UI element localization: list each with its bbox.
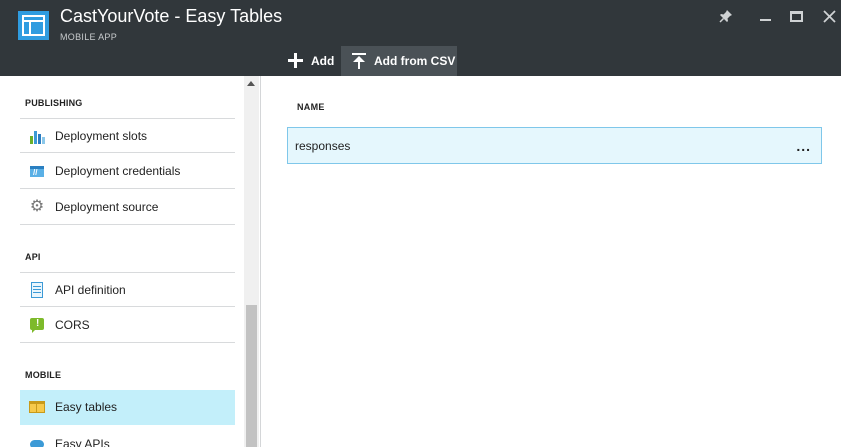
deployment-credentials-icon: //	[29, 163, 45, 179]
menu-item-label: Deployment source	[55, 200, 159, 214]
upload-icon	[351, 53, 367, 69]
resource-menu: PUBLISHING Deployment slots // Deploymen…	[0, 76, 261, 447]
menu-item-deployment-slots[interactable]: Deployment slots	[20, 118, 235, 153]
scrollbar-thumb[interactable]	[246, 305, 257, 447]
plus-icon	[288, 53, 304, 69]
menu-item-deployment-credentials[interactable]: // Deployment credentials	[20, 154, 235, 189]
cors-icon: !	[29, 317, 45, 333]
add-from-csv-button[interactable]: Add from CSV	[341, 46, 457, 76]
menu-item-cors[interactable]: ! CORS	[20, 308, 235, 343]
section-label-mobile: MOBILE	[25, 370, 62, 380]
add-button-label: Add	[311, 54, 335, 68]
column-header-name: NAME	[297, 102, 325, 112]
menu-item-label: API definition	[55, 282, 126, 297]
section-label-api: API	[25, 252, 41, 262]
menu-item-label: Deployment credentials	[55, 164, 181, 178]
api-definition-icon	[29, 281, 45, 298]
mobile-app-icon	[18, 11, 49, 40]
gear-icon: ⚙	[29, 198, 45, 215]
maximize-icon[interactable]	[786, 6, 806, 26]
blade-subtitle: MOBILE APP	[60, 32, 118, 42]
minimize-icon[interactable]	[755, 6, 775, 26]
menu-item-label: Deployment slots	[55, 128, 148, 143]
table-name: responses	[295, 138, 351, 153]
more-options-icon[interactable]: ...	[796, 138, 811, 154]
menu-scrollbar[interactable]	[244, 76, 259, 447]
blade-header: CastYourVote - Easy Tables MOBILE APP Ad…	[0, 0, 841, 76]
close-icon[interactable]	[819, 6, 839, 26]
menu-item-easy-tables[interactable]: Easy tables	[20, 390, 235, 425]
add-button[interactable]: Add	[282, 46, 338, 76]
menu-item-deployment-source[interactable]: ⚙ Deployment source	[20, 190, 235, 225]
scroll-up-icon[interactable]	[247, 81, 255, 86]
menu-item-api-definition[interactable]: API definition	[20, 272, 235, 307]
section-label-publishing: PUBLISHING	[25, 98, 83, 108]
table-row[interactable]: responses ...	[287, 127, 822, 164]
menu-item-label: CORS	[55, 318, 90, 332]
menu-item-label: Easy tables	[55, 400, 118, 414]
menu-item-label: Easy APIs	[55, 436, 110, 447]
blade-title: CastYourVote - Easy Tables	[60, 6, 283, 26]
pin-icon[interactable]	[716, 6, 736, 26]
cloud-icon	[29, 436, 45, 447]
menu-item-easy-apis[interactable]: Easy APIs	[20, 426, 235, 447]
deployment-slots-icon	[29, 128, 45, 144]
add-from-csv-label: Add from CSV	[374, 54, 456, 68]
table-icon	[29, 399, 45, 415]
easy-tables-panel: NAME responses ...	[262, 76, 841, 447]
